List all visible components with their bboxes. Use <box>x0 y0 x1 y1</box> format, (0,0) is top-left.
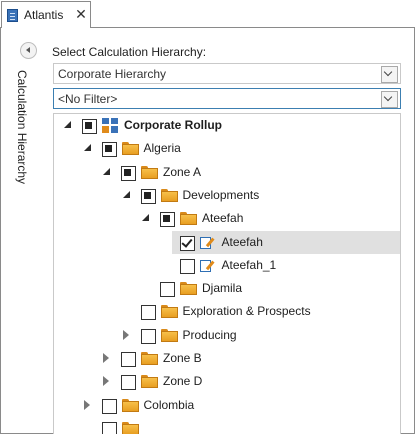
chevron-down-icon[interactable] <box>381 66 398 83</box>
tree-row[interactable]: Exploration & Prospects <box>54 300 400 323</box>
folder-icon <box>141 165 158 179</box>
folder-icon <box>160 328 178 342</box>
collapse-triangle-icon[interactable] <box>83 399 90 410</box>
chevron-down-icon[interactable] <box>381 91 398 108</box>
tree-row[interactable]: Ateefah <box>54 207 400 230</box>
tree-checkbox[interactable] <box>101 398 117 414</box>
tree-row[interactable]: Ateefah_1 <box>54 254 400 277</box>
tree-node-label: Djamila <box>202 281 243 296</box>
side-tab-label: Calculation Hierarchy <box>15 70 29 185</box>
rollup-block <box>102 118 109 124</box>
tree-row[interactable]: Zone D <box>54 370 400 393</box>
folder-icon <box>141 352 158 365</box>
tree-node-label: Colombia <box>143 397 195 412</box>
expand-triangle-icon[interactable] <box>142 214 149 222</box>
tree-row[interactable]: Developments <box>54 184 400 207</box>
tree-checkbox[interactable] <box>160 212 175 228</box>
collapse-triangle-icon[interactable] <box>103 353 109 363</box>
tree-node-label: Producing <box>182 327 237 342</box>
tree-row[interactable]: Producing <box>54 324 400 347</box>
select-hierarchy-label: Select Calculation Hierarchy: <box>52 45 207 59</box>
tree-node-label: Ateefah <box>221 234 263 249</box>
tree-checkbox[interactable] <box>179 258 195 274</box>
tree-node-label: Zone D <box>163 374 203 389</box>
filter-select[interactable]: <No Filter> <box>53 88 401 109</box>
tree-checkbox[interactable] <box>121 352 136 367</box>
tree-checkbox[interactable] <box>101 142 117 158</box>
tree-node-label: Zone A <box>163 164 202 179</box>
close-icon[interactable]: ✕ <box>74 5 88 23</box>
tree-row[interactable]: Zone A <box>54 161 400 184</box>
hierarchy-select-value: Corporate Hierarchy <box>58 67 167 81</box>
tree-row[interactable]: Ateefah <box>171 230 400 254</box>
calculation-hierarchy-side-tab[interactable]: Calculation Hierarchy <box>15 70 41 190</box>
tree-node-label: Exploration & Prospects <box>182 304 311 319</box>
edit-document-icon <box>199 258 215 273</box>
tree-checkbox[interactable] <box>140 328 156 344</box>
hierarchy-select[interactable]: Corporate Hierarchy <box>53 63 401 84</box>
tab-atlantis[interactable]: Atlantis ✕ <box>1 1 91 28</box>
rollup-block <box>102 126 109 133</box>
tree-checkbox[interactable] <box>121 165 136 181</box>
tree-node-label: Ateefah_1 <box>221 257 277 272</box>
collapse-triangle-icon[interactable] <box>103 376 109 387</box>
tree-node-label: Algeria <box>143 141 181 156</box>
document-grid-icon <box>7 9 18 22</box>
rollup-hierarchy-icon <box>102 118 118 133</box>
expand-triangle-icon[interactable] <box>83 144 91 152</box>
tree-checkbox[interactable] <box>140 188 156 204</box>
folder-icon <box>160 305 178 319</box>
tree-node-label: Ateefah <box>202 211 244 226</box>
tree-node-label: Developments <box>182 187 260 202</box>
tree-checkbox[interactable] <box>121 375 136 391</box>
tree-node-label: Zone B <box>163 351 202 365</box>
tab-title: Atlantis <box>24 8 64 22</box>
tree-row[interactable]: Zone B <box>54 347 400 370</box>
collapse-triangle-icon[interactable] <box>122 329 129 340</box>
tree-row[interactable]: Djamila <box>54 277 400 300</box>
tree-node-label: Corporate Rollup <box>124 118 222 132</box>
folder-icon <box>121 398 139 412</box>
filter-select-value: <No Filter> <box>58 92 118 106</box>
rollup-block <box>111 118 118 124</box>
folder-icon <box>141 375 158 389</box>
tree-checkbox[interactable] <box>101 421 117 434</box>
tree-checkbox[interactable] <box>160 282 175 298</box>
chevron-left-icon[interactable] <box>20 42 37 59</box>
hierarchy-tree[interactable]: Corporate Rollup Algeria Zone A Development… <box>53 113 401 434</box>
edit-document-icon <box>199 235 215 250</box>
folder-icon <box>180 282 197 296</box>
rollup-block <box>111 126 118 133</box>
tree-checkbox[interactable] <box>179 235 195 251</box>
folder-icon <box>160 188 178 202</box>
tree-row[interactable]: Corporate Rollup <box>54 114 400 137</box>
tree-row[interactable]: Colombia <box>54 394 400 417</box>
tree-row[interactable]: Algeria <box>54 137 400 160</box>
tree-checkbox[interactable] <box>82 119 97 134</box>
expand-triangle-icon[interactable] <box>64 121 71 128</box>
folder-icon <box>180 212 197 226</box>
tree-row[interactable] <box>54 417 400 434</box>
folder-icon <box>121 421 139 434</box>
tree-checkbox[interactable] <box>140 305 156 321</box>
expand-triangle-icon[interactable] <box>122 190 130 198</box>
folder-icon <box>121 142 139 156</box>
expand-triangle-icon[interactable] <box>103 167 110 175</box>
